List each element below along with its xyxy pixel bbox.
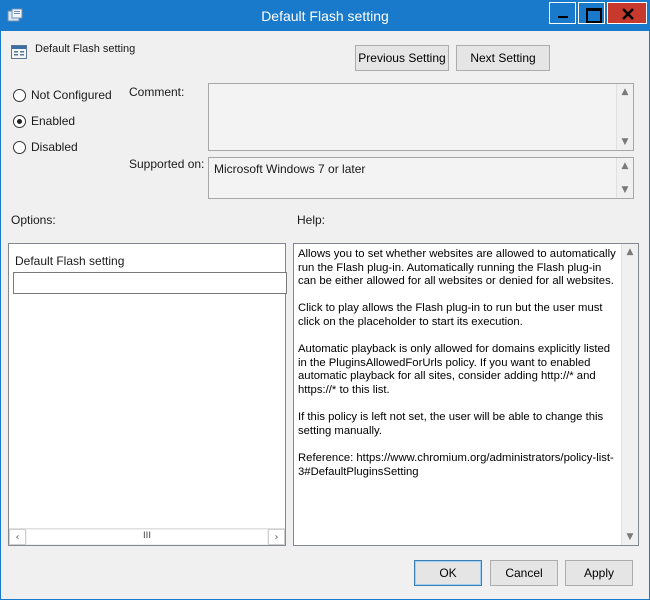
minimize-button[interactable] (549, 2, 576, 24)
scroll-down-icon[interactable]: ▼ (622, 529, 638, 545)
help-paragraph: Reference: https://www.chromium.org/admi… (298, 451, 614, 478)
scroll-up-icon[interactable]: ▲ (622, 244, 638, 260)
radio-indicator[interactable] (13, 88, 26, 102)
dialog-window: Default Flash setting Default Flash sett… (0, 0, 650, 600)
comment-label: Comment: (129, 85, 185, 99)
scroll-left-icon[interactable]: ‹ (9, 529, 26, 545)
help-paragraph: Automatic playback is only allowed for d… (298, 343, 611, 396)
options-section-label: Options: (11, 213, 56, 227)
maximize-button[interactable] (578, 2, 605, 24)
next-setting-button[interactable]: Next Setting (456, 45, 550, 71)
scroll-up-icon[interactable]: ▲ (617, 158, 633, 174)
comment-field[interactable]: ▲ ▼ (208, 83, 634, 151)
scroll-right-icon[interactable]: › (268, 529, 285, 545)
comment-scrollbar[interactable]: ▲ ▼ (616, 84, 633, 150)
help-panel: Allows you to set whether websites are a… (293, 243, 639, 546)
close-icon (622, 8, 634, 20)
help-paragraph: If this policy is left not set, the user… (298, 411, 604, 437)
supported-scrollbar[interactable]: ▲ ▼ (616, 158, 633, 198)
option-setting-label: Default Flash setting (15, 254, 125, 268)
help-scrollbar[interactable]: ▲ ▼ (621, 244, 638, 545)
previous-setting-button[interactable]: Previous Setting (355, 45, 449, 71)
help-text: Allows you to set whether websites are a… (298, 248, 620, 493)
cancel-button[interactable]: Cancel (490, 560, 558, 586)
radio-not-configured[interactable]: Not Configured (13, 88, 112, 102)
scroll-down-icon[interactable]: ▼ (617, 134, 633, 150)
option-setting-dropdown[interactable] (13, 272, 287, 294)
help-paragraph: Allows you to set whether websites are a… (298, 248, 616, 288)
radio-disabled[interactable]: Disabled (13, 140, 78, 154)
radio-indicator[interactable] (13, 140, 26, 154)
policy-setting-icon (11, 44, 27, 60)
options-panel: Default Flash setting ‹ III › (8, 243, 287, 546)
title-bar[interactable]: Default Flash setting (1, 1, 649, 31)
supported-on-field: Microsoft Windows 7 or later ▲ ▼ (208, 157, 634, 199)
supported-on-value: Microsoft Windows 7 or later (214, 162, 366, 176)
apply-button[interactable]: Apply (565, 560, 633, 586)
ok-button[interactable]: OK (414, 560, 482, 586)
scroll-thumb[interactable]: III (27, 530, 267, 544)
radio-label: Not Configured (31, 88, 112, 102)
radio-label: Disabled (31, 140, 78, 154)
scroll-up-icon[interactable]: ▲ (617, 84, 633, 100)
policy-name: Default Flash setting (35, 43, 136, 55)
supported-on-label: Supported on: (129, 157, 205, 171)
options-horizontal-scrollbar[interactable]: ‹ III › (9, 528, 285, 545)
radio-indicator[interactable] (13, 114, 26, 128)
close-button[interactable] (607, 2, 647, 24)
scroll-down-icon[interactable]: ▼ (617, 182, 633, 198)
help-section-label: Help: (297, 213, 326, 227)
help-paragraph: Click to play allows the Flash plug-in t… (298, 302, 603, 328)
radio-enabled[interactable]: Enabled (13, 114, 75, 128)
radio-label: Enabled (31, 114, 76, 128)
